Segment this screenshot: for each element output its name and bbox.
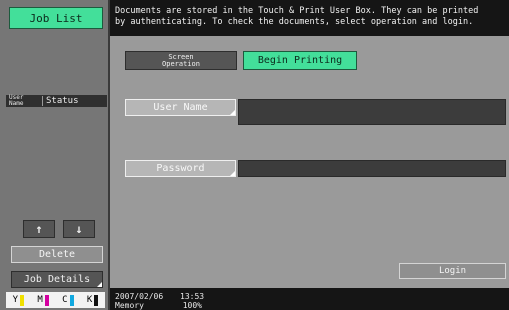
password-label-button[interactable]: Password [125, 160, 236, 177]
toner-k-bar [94, 294, 99, 306]
delete-button[interactable]: Delete [11, 246, 103, 263]
status-line-memory: Memory 100% [115, 301, 509, 310]
toner-m-bar [44, 294, 49, 306]
status-date: 2007/02/06 [115, 292, 164, 301]
toner-m: M [37, 294, 49, 306]
toner-c: C [62, 294, 74, 306]
begin-printing-tab[interactable]: Begin Printing [243, 51, 357, 70]
password-field[interactable] [238, 160, 506, 177]
toner-indicator: Y M C K [6, 292, 105, 308]
message-line-1: Documents are stored in the Touch & Prin… [115, 6, 479, 16]
toner-c-letter: C [62, 295, 68, 305]
scroll-down-button[interactable]: ↓ [63, 220, 95, 238]
login-button[interactable]: Login [399, 263, 506, 279]
scroll-up-button[interactable]: ↑ [23, 220, 55, 238]
job-list-button[interactable]: Job List [9, 7, 103, 29]
job-list-header: User Name Status [6, 95, 107, 107]
toner-m-letter: M [37, 295, 43, 305]
left-panel: Job List User Name Status ↑ ↓ Delete Job… [0, 0, 110, 310]
status-bar: 2007/02/06 13:53 Memory 100% [110, 288, 509, 310]
delete-label: Delete [38, 249, 76, 260]
toner-k: K [86, 294, 99, 306]
memory-label: Memory [115, 301, 144, 310]
screen-operation-tab[interactable]: Screen Operation [125, 51, 237, 70]
user-name-column-header: User Name [6, 95, 42, 107]
down-arrow-icon: ↓ [75, 222, 83, 236]
message-line-2: by authenticating. To check the document… [115, 17, 474, 27]
memory-value: 100% [182, 301, 202, 310]
toner-y: Y [12, 294, 25, 306]
toner-y-bar [20, 294, 25, 306]
user-name-field[interactable] [238, 99, 506, 125]
screen-operation-line2: Operation [162, 59, 200, 68]
status-line-date: 2007/02/06 13:53 [115, 292, 509, 301]
job-details-label: Job Details [23, 274, 91, 285]
job-list-label: Job List [29, 11, 83, 25]
main-panel: Documents are stored in the Touch & Prin… [110, 0, 509, 310]
user-name-value [239, 107, 243, 118]
password-value [239, 168, 243, 179]
status-time: 13:53 [180, 292, 205, 301]
begin-printing-label: Begin Printing [257, 55, 343, 66]
job-details-button[interactable]: Job Details [11, 271, 103, 288]
message-area: Documents are stored in the Touch & Prin… [110, 0, 509, 36]
toner-y-letter: Y [12, 295, 19, 305]
status-column-header: Status [42, 96, 79, 106]
user-name-label-button[interactable]: User Name [125, 99, 236, 116]
toner-k-letter: K [86, 295, 93, 305]
toner-c-bar [69, 294, 74, 306]
login-label: Login [438, 266, 467, 276]
user-name-header-line2: Name [9, 100, 24, 107]
password-label: Password [156, 163, 205, 174]
up-arrow-icon: ↑ [35, 222, 43, 236]
user-name-label: User Name [153, 102, 208, 113]
